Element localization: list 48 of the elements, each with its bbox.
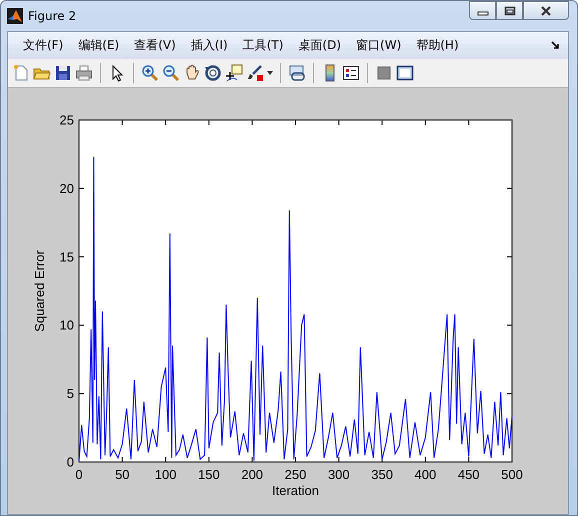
x-tick-label: 400 [414,467,436,482]
y-tick-label: 0 [66,454,74,470]
y-tick-label: 20 [60,180,74,196]
x-axis-label: Iteration [272,483,319,498]
dock-arrow-icon[interactable] [551,41,560,50]
y-axis-label: Squared Error [32,250,47,332]
x-tick-label: 200 [241,467,264,482]
y-tick-label: 15 [60,249,74,264]
link-icon[interactable] [288,64,306,82]
maximize-button[interactable] [496,1,523,20]
save-icon[interactable] [54,64,72,82]
x-tick-label: 350 [371,467,393,482]
logo-icon [7,8,23,24]
rotate-icon[interactable] [204,64,222,82]
x-tick-label: 300 [328,467,350,482]
menu-item[interactable]: 文件(F) [16,35,72,56]
legend-icon[interactable] [342,64,360,82]
menu-item[interactable]: 查看(V) [127,35,184,56]
minimize-button[interactable] [469,1,496,20]
menu-item[interactable]: 编辑(E) [71,35,128,56]
x-tick-label: 250 [284,467,306,482]
window-title: Figure 2 [28,9,76,23]
y-tick-label: 5 [66,386,74,402]
menu-item[interactable]: 插入(I) [184,35,236,56]
menu-item[interactable]: 桌面(D) [291,35,350,56]
close-icon [540,6,552,16]
x-tick-label: 50 [115,467,130,482]
data-cursor-icon[interactable] [225,64,243,82]
maximize-icon [504,6,516,16]
x-tick-label: 450 [458,467,480,482]
x-tick-label: 500 [501,467,523,482]
printer-icon[interactable] [75,64,93,82]
y-tick-label: 25 [60,112,74,128]
menu-item[interactable]: 帮助(H) [409,35,467,56]
x-tick-label: 0 [75,467,83,482]
square-icon[interactable] [375,64,393,82]
brush-icon[interactable] [246,64,264,82]
zoom-in-icon[interactable] [141,64,159,82]
zoom-out-icon[interactable] [162,64,180,82]
new-file-icon[interactable] [12,64,30,82]
menu-item[interactable]: 窗口(W) [349,35,410,56]
y-tick-label: 10 [60,318,74,333]
x-tick-label: 100 [154,467,176,482]
close-button[interactable] [523,1,569,20]
caret-icon[interactable] [267,71,273,75]
x-tick-label: 150 [198,467,220,482]
menu-item[interactable]: 工具(T) [236,35,292,56]
panel-icon[interactable] [396,64,414,82]
